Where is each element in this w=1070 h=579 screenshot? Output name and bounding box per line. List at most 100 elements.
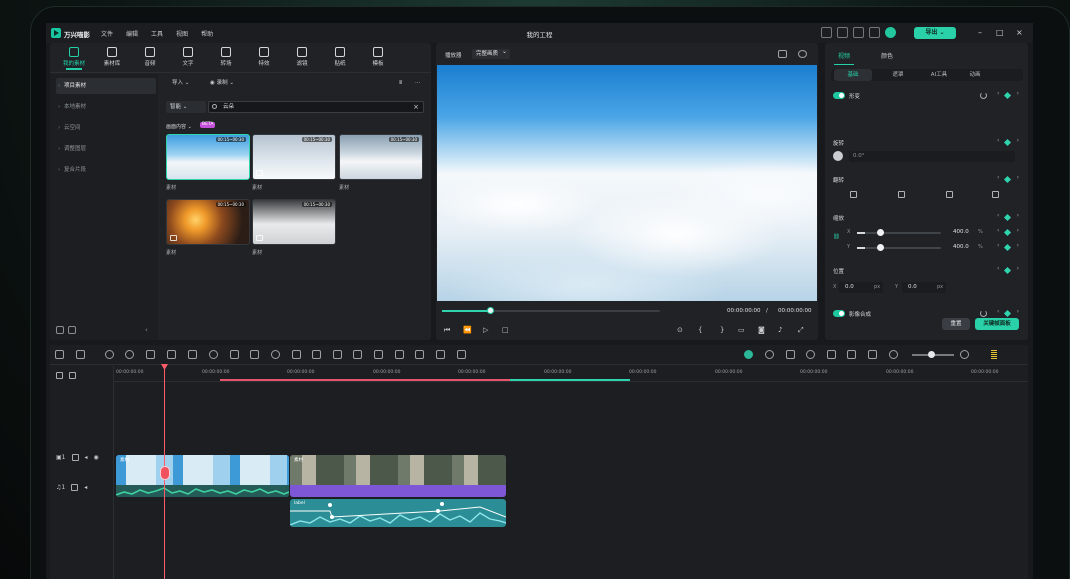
lock-icon[interactable]: [71, 484, 79, 491]
undo-icon[interactable]: [105, 350, 114, 359]
tab-audio[interactable]: 音频: [132, 47, 168, 67]
tab-library[interactable]: 素材库: [94, 47, 130, 67]
keyframe-icon[interactable]: [997, 90, 1019, 100]
freeze-icon[interactable]: [292, 350, 301, 359]
scrubber-handle[interactable]: [486, 307, 494, 314]
scale-y-value[interactable]: 400.0: [953, 244, 969, 250]
subtab-basic[interactable]: 基础: [834, 69, 872, 81]
reset-button[interactable]: 重置: [942, 318, 970, 330]
flip-horizontal-icon[interactable]: [850, 191, 857, 198]
preview-icon[interactable]: [868, 350, 877, 359]
subtab-ai-tools[interactable]: AI工具: [920, 69, 958, 81]
tab-video[interactable]: 视频: [833, 51, 855, 65]
search-mode-select[interactable]: 智能 ⌄: [166, 101, 206, 113]
scale-x-slider[interactable]: [857, 229, 941, 236]
select-tool-icon[interactable]: [76, 350, 85, 359]
tab-my-media[interactable]: 我的素材: [56, 47, 92, 70]
keyframe-icon[interactable]: [997, 212, 1019, 222]
sidebar-item-local-media[interactable]: 本地素材: [56, 99, 156, 115]
video-clip[interactable]: 素材: [116, 455, 289, 497]
subtab-mask[interactable]: 遮罩: [879, 69, 917, 81]
group-icon[interactable]: [395, 350, 404, 359]
slider-handle[interactable]: [877, 244, 885, 251]
import-button[interactable]: 导入 ⌄: [168, 78, 193, 89]
gift-icon[interactable]: [869, 27, 880, 38]
scale-y-slider[interactable]: [857, 244, 941, 251]
clear-icon[interactable]: ×: [413, 102, 419, 112]
sidebar-item-cloud[interactable]: 云空间: [56, 120, 156, 136]
crop-icon[interactable]: [167, 350, 176, 359]
keyframe-icon[interactable]: [997, 265, 1019, 275]
lock-icon[interactable]: [71, 454, 79, 461]
keyframe-icon[interactable]: [997, 242, 1019, 252]
media-thumbnail[interactable]: 00:15~00:30: [252, 199, 336, 245]
edit-icon[interactable]: [250, 350, 259, 359]
zoom-fit-icon[interactable]: [209, 350, 218, 359]
menu-tools[interactable]: 工具: [151, 29, 163, 38]
snap-icon[interactable]: [765, 350, 774, 359]
speed-icon[interactable]: [271, 350, 280, 359]
playback-scrubber[interactable]: [442, 307, 660, 314]
zoom-out-icon[interactable]: [889, 350, 898, 359]
smart-icon[interactable]: [457, 350, 466, 359]
shield-icon[interactable]: [786, 350, 795, 359]
volume-icon[interactable]: ♪: [778, 326, 782, 334]
eye-icon[interactable]: ◉: [94, 454, 99, 461]
color-icon[interactable]: [230, 350, 239, 359]
keyframe-icon[interactable]: [997, 308, 1019, 318]
tab-stickers[interactable]: 贴纸: [322, 47, 358, 67]
keyframe-icon[interactable]: [997, 137, 1019, 147]
record-button[interactable]: ◉ 录制 ⌄: [206, 78, 238, 89]
scale-x-value[interactable]: 400.0: [953, 229, 969, 235]
mic-icon[interactable]: [806, 350, 815, 359]
mark-in-icon[interactable]: {: [698, 326, 702, 334]
keyframe-add-icon[interactable]: [312, 350, 321, 359]
step-back-icon[interactable]: ⏪: [463, 326, 472, 334]
search-input[interactable]: 云朵 ×: [208, 101, 424, 113]
media-thumbnail[interactable]: 00:15~00:30: [252, 134, 336, 180]
maximize-icon[interactable]: □: [996, 28, 1004, 37]
filter-sort-icon[interactable]: ⩸: [395, 78, 406, 89]
slider-handle[interactable]: [877, 229, 885, 236]
folder-icon[interactable]: [68, 326, 76, 334]
media-thumbnail[interactable]: 00:15~00:30: [339, 134, 423, 180]
text-icon[interactable]: [415, 350, 424, 359]
rotate-dial[interactable]: [833, 151, 843, 161]
minimize-icon[interactable]: –: [978, 28, 982, 37]
tab-templates[interactable]: 模板: [360, 47, 396, 67]
rotate-left-icon[interactable]: [946, 191, 953, 198]
rotate-right-icon[interactable]: [992, 191, 999, 198]
mark-icon[interactable]: ⊙: [677, 326, 683, 334]
keyframe-icon[interactable]: [997, 174, 1019, 184]
adjust-icon[interactable]: [333, 350, 342, 359]
transform-toggle[interactable]: [833, 92, 845, 99]
subtab-animation[interactable]: 动画: [956, 69, 994, 81]
keyframe-icon[interactable]: [997, 227, 1019, 237]
eye-icon[interactable]: [798, 50, 807, 58]
fullscreen-icon[interactable]: ⤢: [798, 326, 804, 334]
video-preview[interactable]: [437, 65, 817, 301]
playhead-marker[interactable]: [160, 466, 170, 480]
snapshot-icon[interactable]: [778, 50, 787, 58]
stop-icon[interactable]: □: [502, 326, 509, 334]
volume-icon[interactable]: ◂: [84, 484, 87, 491]
menu-edit[interactable]: 编辑: [126, 29, 138, 38]
mark-out-icon[interactable]: }: [720, 326, 724, 334]
save-icon[interactable]: [837, 27, 848, 38]
render-icon[interactable]: [744, 350, 753, 359]
close-icon[interactable]: ×: [1016, 28, 1023, 37]
mask-icon[interactable]: [353, 350, 362, 359]
more-icon[interactable]: ···: [411, 78, 424, 89]
delete-icon[interactable]: [146, 350, 155, 359]
menu-help[interactable]: 帮助: [201, 29, 213, 38]
mute-icon[interactable]: ◂: [85, 454, 88, 461]
layout-icon[interactable]: [55, 350, 64, 359]
flip-vertical-icon[interactable]: [898, 191, 905, 198]
sidebar-item-adjustment-layer[interactable]: 调整图层: [56, 141, 156, 157]
collapse-icon[interactable]: ‹: [145, 326, 153, 334]
keyframe-panel-button[interactable]: 关键帧面板: [975, 318, 1019, 330]
timeline-ruler[interactable]: 00:00:00:00 00:00:00:00 00:00:00:00 00:0…: [114, 366, 1028, 382]
cloud-icon[interactable]: [853, 27, 864, 38]
camera-icon[interactable]: ◙: [758, 326, 765, 334]
composite-toggle[interactable]: [833, 310, 845, 317]
